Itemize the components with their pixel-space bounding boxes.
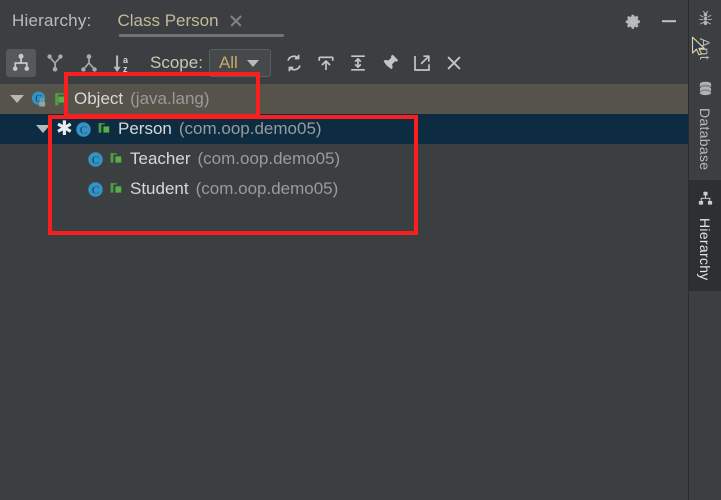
tab-underline (119, 34, 285, 37)
sidebar-item-hierarchy[interactable]: Hierarchy (688, 180, 721, 291)
class-hierarchy-icon (11, 53, 31, 73)
pin-tab-button[interactable] (379, 52, 401, 74)
open-external-icon (412, 53, 432, 73)
minimize-icon[interactable] (658, 10, 680, 32)
class-hierarchy-tree[interactable]: C Object (java.lang) ✱ C Person (com.oop… (0, 84, 688, 500)
unlocked-icon (108, 151, 123, 168)
tree-node-object[interactable]: C Object (java.lang) (0, 84, 688, 114)
tool-window-title: Hierarchy: (12, 11, 92, 30)
class-icon: C (86, 180, 105, 199)
refresh-button[interactable] (283, 52, 305, 74)
node-name: Person (118, 119, 172, 138)
refresh-icon (284, 53, 304, 73)
node-name: Student (130, 179, 189, 198)
ant-icon (697, 10, 714, 32)
sidebar-item-label: Hierarchy (697, 218, 713, 281)
open-in-new-window-button[interactable] (411, 52, 433, 74)
scope-value: All (218, 53, 238, 72)
tool-window-actions (622, 0, 680, 42)
chevron-down-icon (36, 125, 50, 133)
collapse-all-button[interactable] (347, 52, 369, 74)
sidebar-item-database[interactable]: Database (689, 70, 721, 180)
node-name: Teacher (130, 149, 191, 168)
scope-label: Scope: (150, 53, 203, 72)
chevron-down-icon (10, 95, 24, 103)
toolbar-right-actions (283, 52, 465, 74)
tree-node-person[interactable]: ✱ C Person (com.oop.demo05) (0, 114, 688, 144)
svg-text:z: z (123, 64, 128, 74)
supertypes-icon (45, 53, 65, 73)
tree-node-student[interactable]: C Student (com.oop.demo05) (0, 174, 688, 204)
close-icon (444, 53, 464, 73)
sidebar-item-ant[interactable]: Ant (689, 0, 721, 70)
tool-window-header: Hierarchy: Class Person (0, 0, 688, 42)
expand-arrow-slot[interactable] (30, 125, 56, 133)
scope-dropdown[interactable]: All (208, 49, 271, 77)
tree-node-teacher[interactable]: C Teacher (com.oop.demo05) (0, 144, 688, 174)
sort-az-icon: a z (112, 53, 134, 74)
pin-icon (380, 53, 400, 73)
locked-icon (52, 91, 67, 108)
right-tool-strip: Ant Database Hierarchy (688, 0, 721, 500)
sidebar-item-label: Ant (697, 38, 713, 60)
modified-marker: ✱ (56, 118, 73, 140)
class-hierarchy-button[interactable] (6, 49, 36, 77)
hierarchy-icon (697, 190, 714, 212)
svg-text:C: C (80, 124, 87, 136)
supertypes-hierarchy-button[interactable] (40, 49, 70, 77)
collapse-icon (348, 53, 368, 73)
svg-text:C: C (92, 154, 99, 166)
svg-text:C: C (92, 184, 99, 196)
chevron-down-icon (246, 59, 259, 67)
node-name: Object (74, 89, 124, 108)
class-icon: C (74, 120, 93, 139)
node-package: (com.oop.demo05) (197, 149, 341, 168)
export-up-icon (316, 53, 336, 73)
hierarchy-toolbar: a z Scope: All (0, 42, 688, 84)
sort-alphabetically-button[interactable]: a z (108, 49, 138, 77)
ide-hierarchy-tool-window: Hierarchy: Class Person a z Scope: All C… (0, 0, 721, 500)
node-package: (com.oop.demo05) (195, 179, 339, 198)
class-icon: C (86, 150, 105, 169)
expand-arrow-slot[interactable] (4, 95, 30, 103)
unlocked-icon (108, 181, 123, 198)
gear-icon[interactable] (622, 10, 644, 32)
subtypes-icon (79, 53, 99, 73)
unlocked-icon (96, 121, 111, 138)
tab-class-person[interactable]: Class Person (113, 0, 285, 42)
database-icon (697, 80, 714, 102)
close-hierarchy-button[interactable] (443, 52, 465, 74)
subtypes-hierarchy-button[interactable] (74, 49, 104, 77)
tab-label: Class Person (117, 11, 219, 30)
hierarchy-panel: Hierarchy: Class Person a z Scope: All C… (0, 0, 688, 500)
class-icon: C (30, 90, 49, 109)
sidebar-item-label: Database (697, 107, 713, 171)
close-icon[interactable] (229, 14, 243, 28)
expand-all-button[interactable] (315, 52, 337, 74)
node-package: (java.lang) (130, 89, 210, 108)
node-package: (com.oop.demo05) (178, 119, 322, 138)
